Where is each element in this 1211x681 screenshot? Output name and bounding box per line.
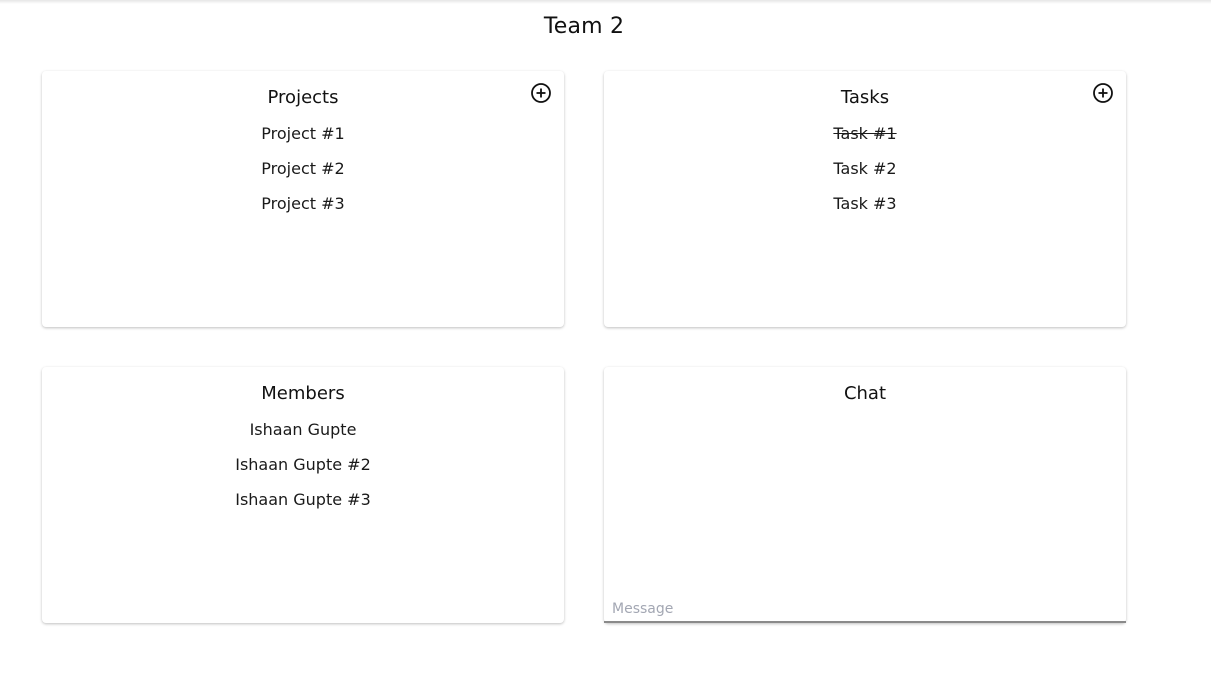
project-item[interactable]: Project #2 (42, 158, 564, 193)
task-label: Task #3 (833, 194, 897, 213)
add-task-button[interactable] (1092, 82, 1114, 104)
member-item[interactable]: Ishaan Gupte (42, 419, 564, 454)
member-name: Ishaan Gupte (249, 420, 357, 439)
task-item[interactable]: Task #1 (604, 123, 1126, 158)
members-card: Members Ishaan Gupte Ishaan Gupte #2 Ish… (42, 367, 564, 623)
member-item[interactable]: Ishaan Gupte #2 (42, 454, 564, 489)
members-list: Ishaan Gupte Ishaan Gupte #2 Ishaan Gupt… (42, 419, 564, 524)
projects-list: Project #1 Project #2 Project #3 (42, 123, 564, 228)
chat-message-input[interactable] (604, 595, 1126, 621)
chat-title: Chat (843, 383, 887, 404)
task-item[interactable]: Task #2 (604, 158, 1126, 193)
task-item[interactable]: Task #3 (604, 193, 1126, 228)
member-name: Ishaan Gupte #2 (235, 455, 371, 474)
tasks-list: Task #1 Task #2 Task #3 (604, 123, 1126, 228)
task-label: Task #1 (833, 124, 897, 143)
add-project-button[interactable] (530, 82, 552, 104)
member-name: Ishaan Gupte #3 (235, 490, 371, 509)
project-item[interactable]: Project #3 (42, 193, 564, 228)
projects-card: Projects Project #1 Project #2 Project #… (42, 71, 564, 327)
plus-circle-icon (531, 83, 551, 103)
chat-card: Chat (604, 367, 1126, 623)
member-item[interactable]: Ishaan Gupte #3 (42, 489, 564, 524)
chat-input-container (604, 595, 1126, 623)
top-shadow (0, 0, 1211, 4)
page-title: Team 2 (543, 14, 625, 39)
project-label: Project #1 (261, 124, 345, 143)
chat-messages (604, 419, 1126, 589)
plus-circle-icon (1093, 83, 1113, 103)
tasks-card: Tasks Task #1 Task #2 Task #3 (604, 71, 1126, 327)
members-title: Members (261, 383, 345, 404)
task-label: Task #2 (833, 159, 897, 178)
project-item[interactable]: Project #1 (42, 123, 564, 158)
project-label: Project #3 (261, 194, 345, 213)
project-label: Project #2 (261, 159, 345, 178)
projects-title: Projects (267, 87, 339, 108)
tasks-title: Tasks (840, 87, 890, 108)
